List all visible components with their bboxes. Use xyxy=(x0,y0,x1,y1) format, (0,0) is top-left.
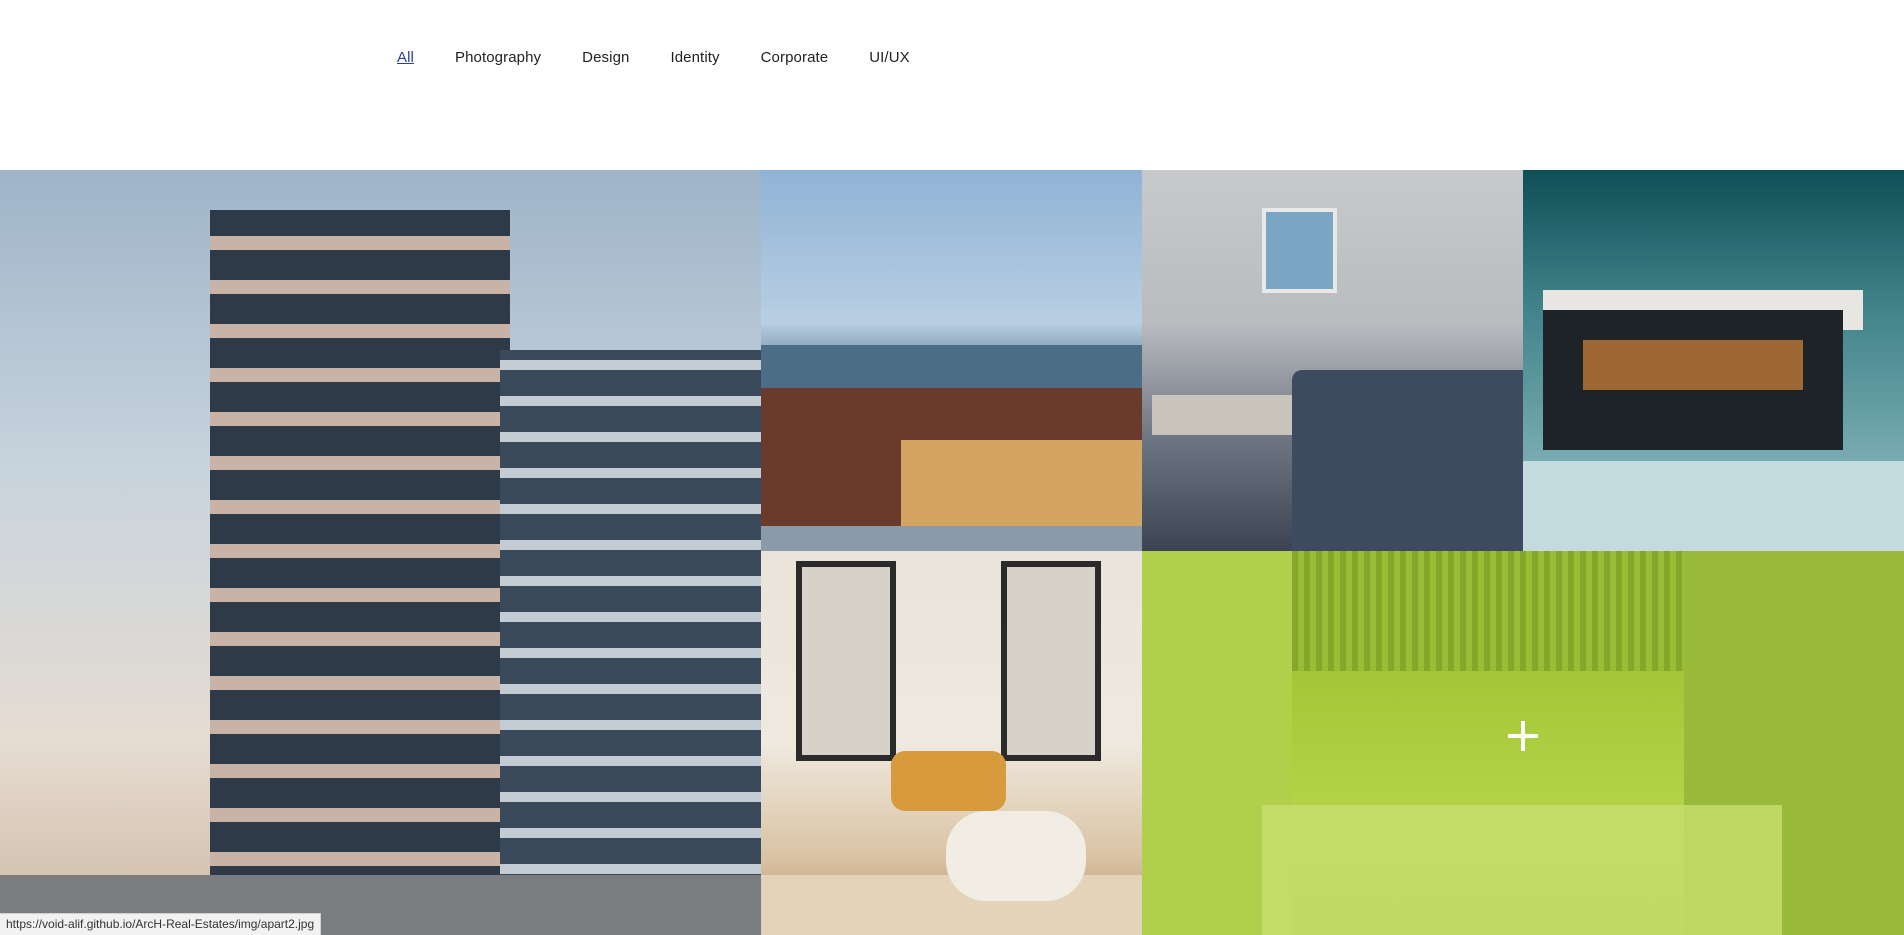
filter-uiux[interactable]: UI/UX xyxy=(869,49,910,66)
gallery-image-brick-building[interactable] xyxy=(761,170,1142,551)
coffee-table-shape xyxy=(946,811,1086,901)
roof-shape xyxy=(761,345,1142,390)
filter-corporate[interactable]: Corporate xyxy=(761,49,829,66)
gallery-image-apartment-tower[interactable] xyxy=(0,170,761,935)
glass-entrance-shape xyxy=(901,440,1142,530)
coffee-table-shape xyxy=(1152,395,1302,435)
filter-identity[interactable]: Identity xyxy=(670,49,719,66)
gallery-image-hallway-hover[interactable] xyxy=(1142,551,1904,935)
building-shape xyxy=(210,210,510,910)
filter-design[interactable]: Design xyxy=(582,49,629,66)
plus-icon[interactable] xyxy=(1508,721,1538,751)
rug-shape xyxy=(761,875,1142,935)
building-side-shape xyxy=(500,350,761,910)
gallery-image-bright-living-room[interactable] xyxy=(761,551,1142,935)
portfolio-gallery xyxy=(0,170,1904,935)
browser-status-url: https://void-alif.github.io/ArcH-Real-Es… xyxy=(0,913,322,935)
floor-shape xyxy=(1262,805,1782,935)
sofa-shape xyxy=(1292,370,1523,551)
ceiling-shape xyxy=(1292,551,1684,671)
window-right-shape xyxy=(1001,561,1101,761)
portfolio-filter-nav: All Photography Design Identity Corporat… xyxy=(397,49,951,66)
gallery-image-modern-house[interactable] xyxy=(1523,170,1904,551)
wall-art-shape xyxy=(1262,208,1337,293)
filter-all[interactable]: All xyxy=(397,49,414,66)
armchair-shape xyxy=(891,751,1006,811)
house-window-glow xyxy=(1583,340,1803,390)
ground-shape xyxy=(761,526,1142,551)
filter-photography[interactable]: Photography xyxy=(455,49,541,66)
snow-shape xyxy=(1523,461,1904,551)
window-left-shape xyxy=(796,561,896,761)
gallery-image-living-room-grey[interactable] xyxy=(1142,170,1523,551)
